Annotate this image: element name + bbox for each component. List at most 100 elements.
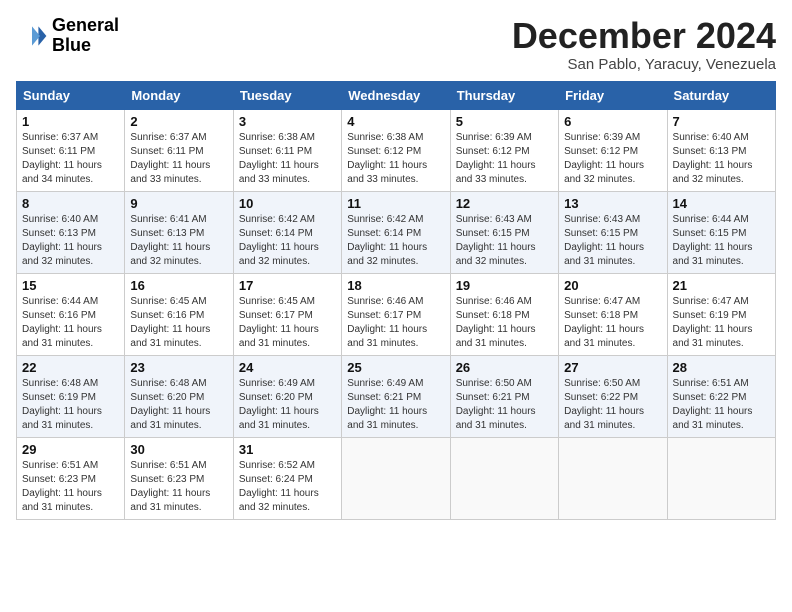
calendar-day-cell: 4 Sunrise: 6:38 AMSunset: 6:12 PMDaylight… bbox=[342, 109, 450, 191]
day-info: Sunrise: 6:51 AMSunset: 6:23 PMDaylight:… bbox=[22, 459, 119, 515]
weekday-header: Friday bbox=[559, 81, 667, 109]
day-number: 28 bbox=[673, 360, 770, 375]
day-number: 23 bbox=[130, 360, 227, 375]
calendar-day-cell: 13 Sunrise: 6:43 AMSunset: 6:15 PMDayligh… bbox=[559, 191, 667, 273]
day-info: Sunrise: 6:41 AMSunset: 6:13 PMDaylight:… bbox=[130, 213, 227, 269]
logo: General Blue bbox=[16, 16, 119, 56]
page-header: General Blue December 2024 San Pablo, Ya… bbox=[16, 16, 776, 73]
calendar-day-cell: 11Sunrise: 6:42 AMSunset: 6:14 PMDayligh… bbox=[342, 191, 450, 273]
calendar-day-cell: 23 Sunrise: 6:48 AMSunset: 6:20 PMDayligh… bbox=[125, 355, 233, 437]
calendar-day-cell bbox=[559, 437, 667, 519]
day-info: Sunrise: 6:50 AMSunset: 6:22 PMDaylight:… bbox=[564, 377, 661, 433]
calendar-day-cell: 22 Sunrise: 6:48 AMSunset: 6:19 PMDayligh… bbox=[17, 355, 125, 437]
calendar-day-cell: 1 Sunrise: 6:37 AMSunset: 6:11 PMDaylight… bbox=[17, 109, 125, 191]
calendar-day-cell: 3Sunrise: 6:38 AMSunset: 6:11 PMDaylight… bbox=[233, 109, 341, 191]
day-number: 27 bbox=[564, 360, 661, 375]
day-info: Sunrise: 6:40 AMSunset: 6:13 PMDaylight:… bbox=[22, 213, 119, 269]
calendar-day-cell: 31 Sunrise: 6:52 AMSunset: 6:24 PMDayligh… bbox=[233, 437, 341, 519]
weekday-header: Tuesday bbox=[233, 81, 341, 109]
day-number: 22 bbox=[22, 360, 119, 375]
day-info: Sunrise: 6:46 AMSunset: 6:18 PMDaylight:… bbox=[456, 295, 553, 351]
day-number: 30 bbox=[130, 442, 227, 457]
calendar-week-row: 15 Sunrise: 6:44 AMSunset: 6:16 PMDayligh… bbox=[17, 273, 776, 355]
day-number: 4 bbox=[347, 114, 444, 129]
day-number: 17 bbox=[239, 278, 336, 293]
weekday-header: Saturday bbox=[667, 81, 775, 109]
calendar-week-row: 29 Sunrise: 6:51 AMSunset: 6:23 PMDayligh… bbox=[17, 437, 776, 519]
day-info: Sunrise: 6:39 AMSunset: 6:12 PMDaylight:… bbox=[564, 131, 661, 187]
day-info: Sunrise: 6:51 AMSunset: 6:22 PMDaylight:… bbox=[673, 377, 770, 433]
calendar-day-cell: 27 Sunrise: 6:50 AMSunset: 6:22 PMDayligh… bbox=[559, 355, 667, 437]
day-info: Sunrise: 6:37 AMSunset: 6:11 PMDaylight:… bbox=[22, 131, 119, 187]
day-number: 9 bbox=[130, 196, 227, 211]
day-info: Sunrise: 6:44 AMSunset: 6:16 PMDaylight:… bbox=[22, 295, 119, 351]
day-number: 5 bbox=[456, 114, 553, 129]
day-number: 14 bbox=[673, 196, 770, 211]
calendar-day-cell bbox=[667, 437, 775, 519]
month-title: December 2024 bbox=[512, 16, 776, 56]
day-number: 8 bbox=[22, 196, 119, 211]
day-info: Sunrise: 6:45 AMSunset: 6:17 PMDaylight:… bbox=[239, 295, 336, 351]
day-number: 2 bbox=[130, 114, 227, 129]
calendar-week-row: 22 Sunrise: 6:48 AMSunset: 6:19 PMDayligh… bbox=[17, 355, 776, 437]
calendar-day-cell: 26Sunrise: 6:50 AMSunset: 6:21 PMDayligh… bbox=[450, 355, 558, 437]
day-number: 15 bbox=[22, 278, 119, 293]
day-number: 25 bbox=[347, 360, 444, 375]
day-info: Sunrise: 6:43 AMSunset: 6:15 PMDaylight:… bbox=[564, 213, 661, 269]
day-number: 1 bbox=[22, 114, 119, 129]
calendar-week-row: 1 Sunrise: 6:37 AMSunset: 6:11 PMDaylight… bbox=[17, 109, 776, 191]
calendar-day-cell: 7 Sunrise: 6:40 AMSunset: 6:13 PMDaylight… bbox=[667, 109, 775, 191]
calendar-day-cell: 6 Sunrise: 6:39 AMSunset: 6:12 PMDaylight… bbox=[559, 109, 667, 191]
day-info: Sunrise: 6:45 AMSunset: 6:16 PMDaylight:… bbox=[130, 295, 227, 351]
day-info: Sunrise: 6:49 AMSunset: 6:21 PMDaylight:… bbox=[347, 377, 444, 433]
location: San Pablo, Yaracuy, Venezuela bbox=[512, 56, 776, 73]
calendar-day-cell: 5Sunrise: 6:39 AMSunset: 6:12 PMDaylight… bbox=[450, 109, 558, 191]
day-info: Sunrise: 6:37 AMSunset: 6:11 PMDaylight:… bbox=[130, 131, 227, 187]
day-number: 6 bbox=[564, 114, 661, 129]
day-info: Sunrise: 6:52 AMSunset: 6:24 PMDaylight:… bbox=[239, 459, 336, 515]
day-info: Sunrise: 6:49 AMSunset: 6:20 PMDaylight:… bbox=[239, 377, 336, 433]
calendar-day-cell: 28 Sunrise: 6:51 AMSunset: 6:22 PMDayligh… bbox=[667, 355, 775, 437]
day-number: 20 bbox=[564, 278, 661, 293]
calendar-day-cell: 14 Sunrise: 6:44 AMSunset: 6:15 PMDayligh… bbox=[667, 191, 775, 273]
day-number: 31 bbox=[239, 442, 336, 457]
calendar-day-cell: 19Sunrise: 6:46 AMSunset: 6:18 PMDayligh… bbox=[450, 273, 558, 355]
calendar-day-cell: 17 Sunrise: 6:45 AMSunset: 6:17 PMDayligh… bbox=[233, 273, 341, 355]
day-info: Sunrise: 6:48 AMSunset: 6:19 PMDaylight:… bbox=[22, 377, 119, 433]
day-info: Sunrise: 6:44 AMSunset: 6:15 PMDaylight:… bbox=[673, 213, 770, 269]
day-info: Sunrise: 6:38 AMSunset: 6:12 PMDaylight:… bbox=[347, 131, 444, 187]
calendar-header-row: SundayMondayTuesdayWednesdayThursdayFrid… bbox=[17, 81, 776, 109]
day-number: 29 bbox=[22, 442, 119, 457]
day-info: Sunrise: 6:50 AMSunset: 6:21 PMDaylight:… bbox=[456, 377, 553, 433]
day-number: 13 bbox=[564, 196, 661, 211]
day-info: Sunrise: 6:38 AMSunset: 6:11 PMDaylight:… bbox=[239, 131, 336, 187]
weekday-header: Monday bbox=[125, 81, 233, 109]
calendar-week-row: 8 Sunrise: 6:40 AMSunset: 6:13 PMDaylight… bbox=[17, 191, 776, 273]
calendar-day-cell: 10Sunrise: 6:42 AMSunset: 6:14 PMDayligh… bbox=[233, 191, 341, 273]
day-number: 12 bbox=[456, 196, 553, 211]
day-number: 11 bbox=[347, 196, 444, 211]
logo-icon bbox=[16, 20, 48, 52]
calendar-day-cell: 2 Sunrise: 6:37 AMSunset: 6:11 PMDaylight… bbox=[125, 109, 233, 191]
calendar-day-cell bbox=[342, 437, 450, 519]
weekday-header: Wednesday bbox=[342, 81, 450, 109]
day-number: 7 bbox=[673, 114, 770, 129]
calendar-day-cell: 8 Sunrise: 6:40 AMSunset: 6:13 PMDaylight… bbox=[17, 191, 125, 273]
logo-text: General Blue bbox=[52, 16, 119, 56]
day-number: 24 bbox=[239, 360, 336, 375]
day-number: 10 bbox=[239, 196, 336, 211]
day-info: Sunrise: 6:40 AMSunset: 6:13 PMDaylight:… bbox=[673, 131, 770, 187]
weekday-header: Thursday bbox=[450, 81, 558, 109]
calendar-day-cell: 24 Sunrise: 6:49 AMSunset: 6:20 PMDayligh… bbox=[233, 355, 341, 437]
day-info: Sunrise: 6:47 AMSunset: 6:19 PMDaylight:… bbox=[673, 295, 770, 351]
calendar-day-cell: 12Sunrise: 6:43 AMSunset: 6:15 PMDayligh… bbox=[450, 191, 558, 273]
title-block: December 2024 San Pablo, Yaracuy, Venezu… bbox=[512, 16, 776, 73]
calendar-day-cell: 25 Sunrise: 6:49 AMSunset: 6:21 PMDayligh… bbox=[342, 355, 450, 437]
day-info: Sunrise: 6:48 AMSunset: 6:20 PMDaylight:… bbox=[130, 377, 227, 433]
calendar-day-cell: 9 Sunrise: 6:41 AMSunset: 6:13 PMDaylight… bbox=[125, 191, 233, 273]
weekday-header: Sunday bbox=[17, 81, 125, 109]
day-number: 16 bbox=[130, 278, 227, 293]
day-number: 18 bbox=[347, 278, 444, 293]
calendar-day-cell: 15 Sunrise: 6:44 AMSunset: 6:16 PMDayligh… bbox=[17, 273, 125, 355]
calendar-day-cell: 21Sunrise: 6:47 AMSunset: 6:19 PMDayligh… bbox=[667, 273, 775, 355]
